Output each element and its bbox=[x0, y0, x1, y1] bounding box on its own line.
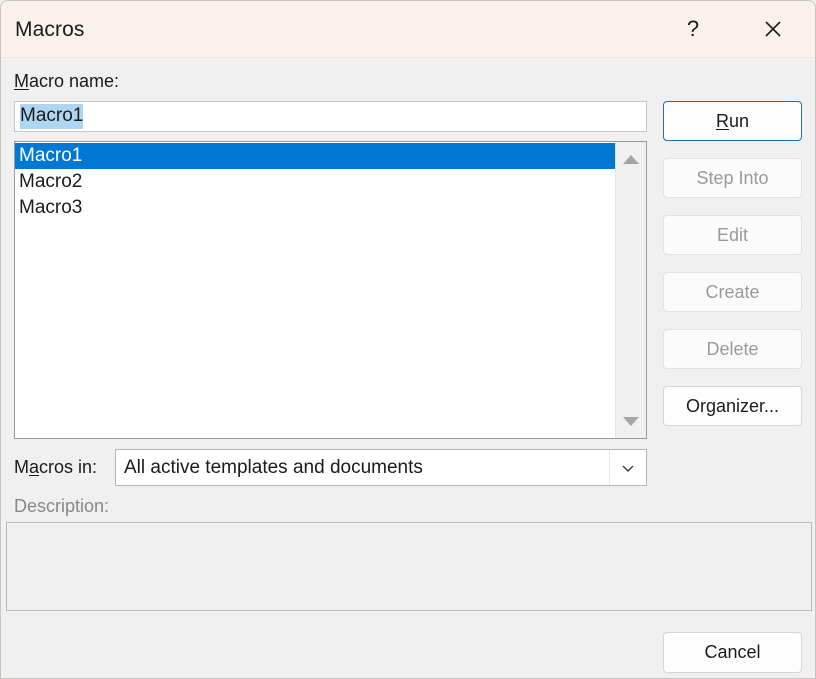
title-bar: Macros ? bbox=[1, 1, 815, 58]
macro-name-input[interactable]: Macro1 bbox=[14, 101, 647, 132]
macros-in-label-before: M bbox=[14, 457, 29, 477]
step-into-button[interactable]: Step Into bbox=[663, 158, 802, 198]
delete-button-label: Delete bbox=[706, 338, 759, 359]
delete-button[interactable]: Delete bbox=[663, 329, 802, 369]
macro-name-label: Macro name: bbox=[14, 71, 119, 92]
chevron-down-icon bbox=[622, 465, 634, 472]
macros-dialog: Macros ? Macro name: Macro1 Macro1 Macro… bbox=[0, 0, 816, 679]
macros-in-dropdown[interactable]: All active templates and documents bbox=[115, 449, 647, 486]
scroll-up-button[interactable] bbox=[616, 144, 646, 174]
list-item[interactable]: Macro1 bbox=[15, 143, 615, 169]
list-scrollbar[interactable] bbox=[615, 142, 646, 438]
run-button-label: Run bbox=[715, 110, 750, 131]
macros-in-label-accel: a bbox=[29, 457, 40, 477]
list-item[interactable]: Macro2 bbox=[15, 169, 615, 195]
macro-list: Macro1 Macro2 Macro3 bbox=[15, 142, 615, 438]
help-button[interactable]: ? bbox=[671, 9, 715, 49]
scroll-down-button[interactable] bbox=[616, 406, 646, 436]
triangle-down-icon bbox=[623, 416, 639, 426]
create-button[interactable]: Create bbox=[663, 272, 802, 312]
organizer-button-label: Organizer... bbox=[685, 395, 780, 416]
close-icon bbox=[765, 21, 781, 37]
macro-listbox[interactable]: Macro1 Macro2 Macro3 bbox=[14, 141, 647, 439]
edit-button-label: Edit bbox=[716, 224, 749, 245]
description-textarea[interactable] bbox=[6, 522, 812, 611]
step-into-button-label: Step Into bbox=[696, 167, 769, 188]
run-button[interactable]: Run bbox=[663, 101, 802, 141]
cancel-button[interactable]: Cancel bbox=[663, 632, 802, 673]
edit-button[interactable]: Edit bbox=[663, 215, 802, 255]
macro-name-input-value: Macro1 bbox=[20, 104, 84, 129]
macro-name-label-rest: acro name: bbox=[29, 71, 120, 91]
window-title: Macros bbox=[15, 18, 85, 41]
list-item[interactable]: Macro3 bbox=[15, 195, 615, 221]
macros-in-selected-value: All active templates and documents bbox=[124, 456, 423, 478]
description-label: Description: bbox=[14, 496, 110, 516]
macro-name-label-accel: M bbox=[14, 71, 29, 91]
create-button-label: Create bbox=[705, 281, 760, 302]
macros-in-label-after: cros in: bbox=[39, 457, 98, 477]
organizer-button[interactable]: Organizer... bbox=[663, 386, 802, 426]
triangle-up-icon bbox=[623, 154, 639, 164]
cancel-button-label: Cancel bbox=[704, 642, 761, 662]
question-mark-icon: ? bbox=[686, 16, 700, 41]
macros-in-dropdown-arrow[interactable] bbox=[609, 450, 646, 485]
macros-in-label: Macros in: bbox=[14, 457, 97, 478]
close-button[interactable] bbox=[751, 9, 795, 49]
